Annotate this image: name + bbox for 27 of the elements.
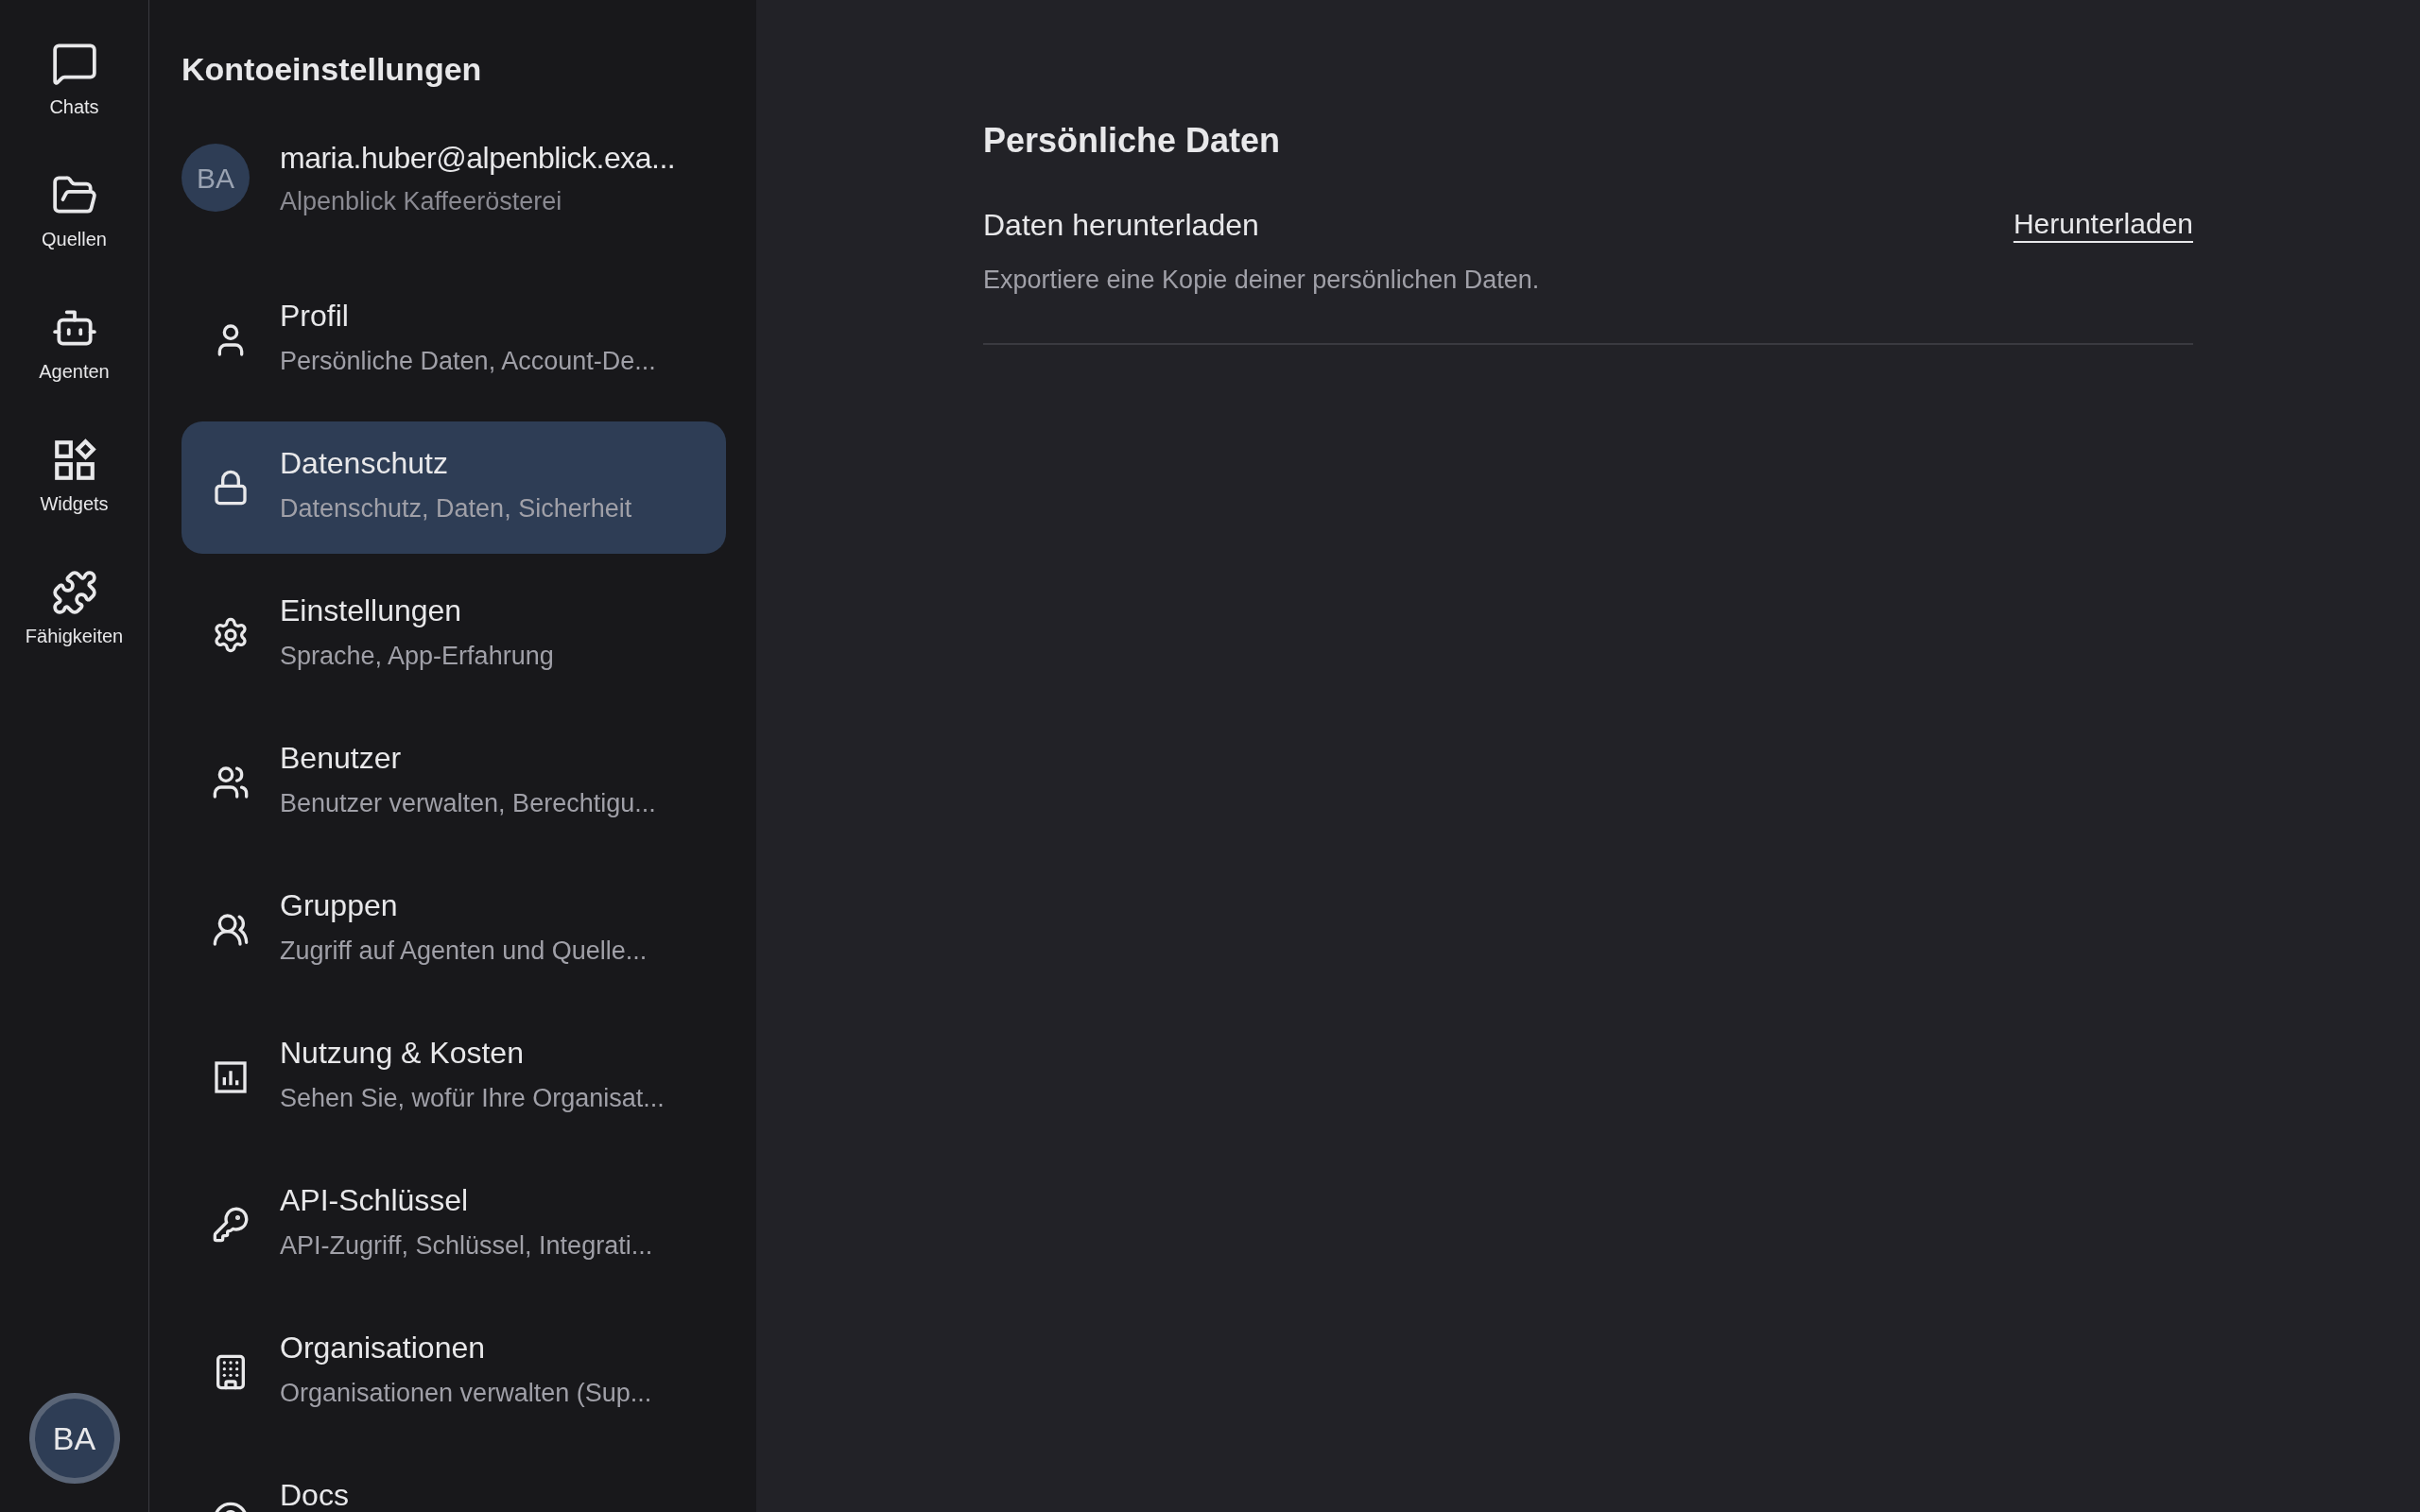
account-avatar: BA xyxy=(182,144,250,213)
user-avatar[interactable]: BA xyxy=(28,1393,120,1484)
settings-nav-item[interactable]: Nutzung & Kosten Sehen Sie, wofür Ihre Organisat... xyxy=(182,1010,726,1143)
lock-icon xyxy=(212,468,250,507)
key-icon xyxy=(212,1205,250,1244)
settings-icon xyxy=(212,615,250,654)
settings-nav-item[interactable]: API-Schlüssel API-Zugriff, Schlüssel, Integrati... xyxy=(182,1158,726,1291)
settings-nav-item[interactable]: Einstellungen Sprache, App-Erfahrung xyxy=(182,568,726,701)
sidebar-title: Kontoeinstellungen xyxy=(182,50,483,89)
setting-description: Exportiere eine Kopie deiner persönlichen Daten. xyxy=(983,265,1540,296)
setting-title: Daten herunterladen xyxy=(983,207,1260,244)
settings-nav-item[interactable]: Gruppen Zugriff auf Agenten und Quelle... xyxy=(182,863,726,996)
account-organization: Alpenblick Kaffeerösterei xyxy=(280,186,563,217)
rail-item[interactable]: Widgets xyxy=(8,435,141,520)
settings-nav-item[interactable]: Docs xyxy=(182,1452,726,1512)
rail-item[interactable]: Quellen xyxy=(8,170,141,255)
settings-nav-item[interactable]: Profil Persönliche Daten, Account-De... xyxy=(182,273,726,406)
settings-nav-item[interactable]: Organisationen Organisationen verwalten (Sup... xyxy=(182,1305,726,1438)
account-email: maria.huber@alpenblick.exa... xyxy=(280,140,676,177)
rail-item[interactable]: Agenten xyxy=(8,302,141,387)
rail-item[interactable]: Fähigkeiten xyxy=(8,567,141,652)
puzzle-icon xyxy=(50,569,98,616)
section-heading: Persönliche Daten xyxy=(983,120,1282,162)
download-link[interactable]: Herunterladen xyxy=(2013,202,2193,245)
settings-nav-item[interactable]: Benutzer Benutzer verwalten, Berechtigu... xyxy=(182,715,726,849)
settings-nav-item[interactable]: Datenschutz Datenschutz, Daten, Sicherheit xyxy=(182,421,726,554)
rail-item[interactable]: Chats xyxy=(8,38,141,123)
